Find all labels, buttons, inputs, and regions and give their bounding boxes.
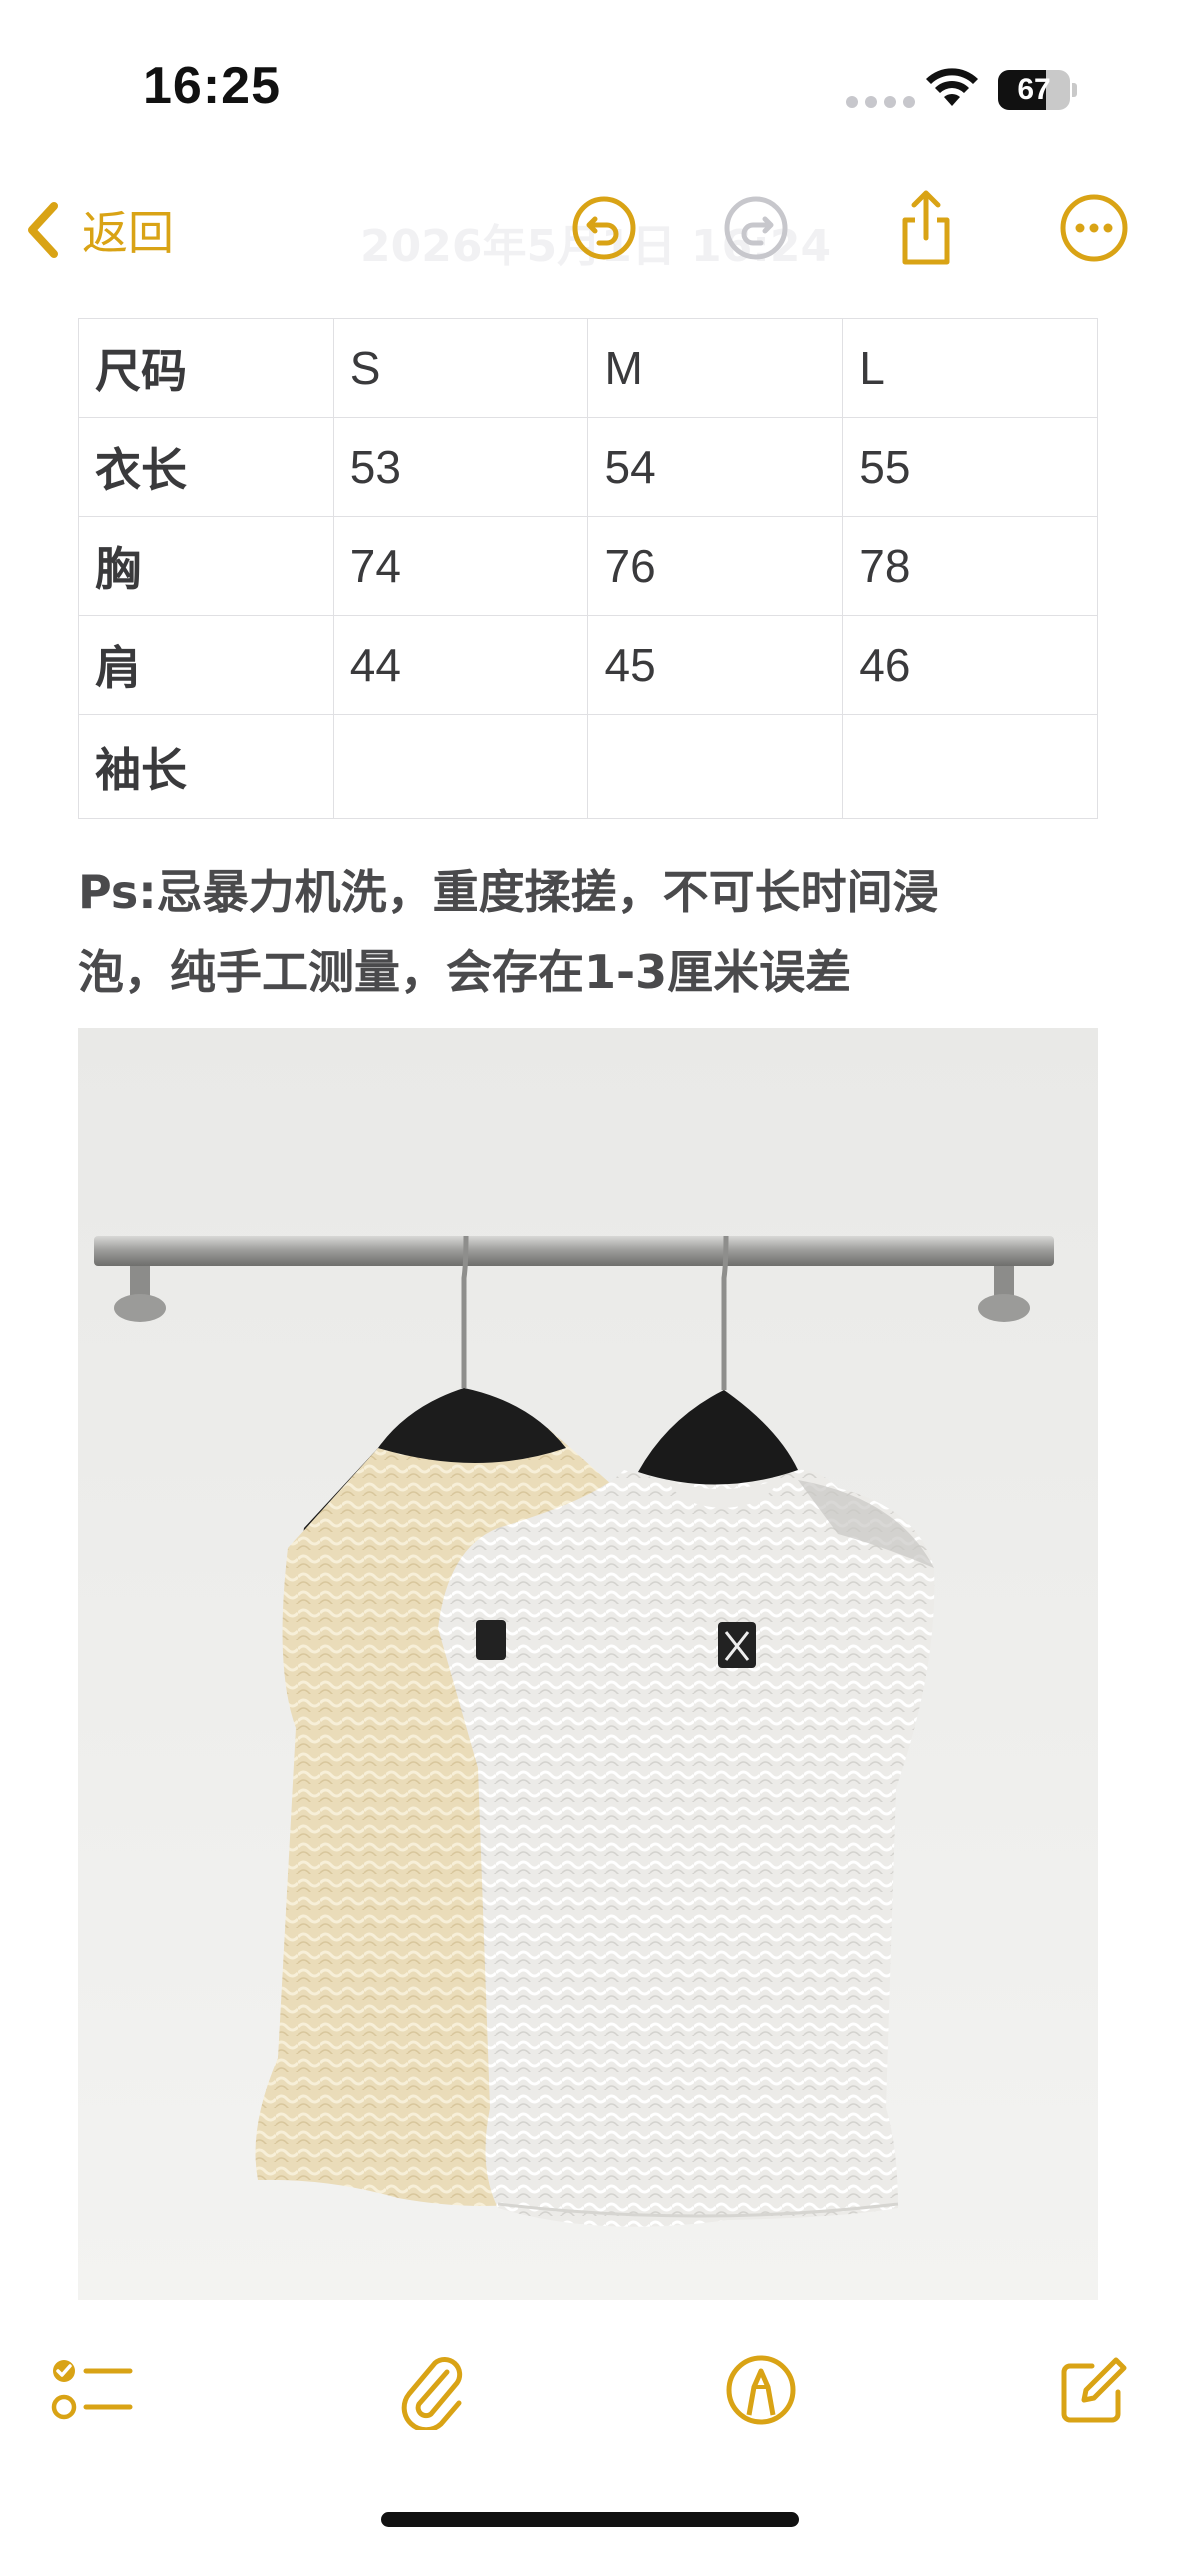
table-cell[interactable]: 45 (587, 615, 844, 715)
table-cell[interactable]: M (587, 318, 844, 418)
battery-level: 67 (1017, 73, 1051, 106)
back-button[interactable]: 返回 (24, 194, 174, 266)
markup-button[interactable] (711, 2340, 811, 2440)
chevron-left-icon (28, 202, 58, 258)
table-cell[interactable] (587, 714, 844, 819)
table-cell[interactable]: 尺码 (78, 318, 334, 418)
table-cell[interactable]: L (842, 318, 1098, 418)
home-indicator[interactable] (381, 2512, 799, 2527)
attachment-button[interactable] (382, 2340, 482, 2440)
compose-button[interactable] (1044, 2340, 1144, 2440)
wifi-icon (926, 68, 978, 106)
status-time: 16:25 (143, 57, 281, 115)
table-cell[interactable]: 袖长 (78, 714, 334, 819)
table-cell[interactable]: 76 (587, 516, 844, 616)
share-icon (902, 190, 950, 265)
checklist-icon (51, 2360, 133, 2420)
note-line: Ps:忌暴力机洗，重度揉搓，不可长时间浸 (78, 865, 939, 919)
back-label: 返回 (82, 206, 174, 260)
table-cell[interactable]: 55 (842, 417, 1098, 517)
table-cell[interactable]: 44 (332, 615, 589, 715)
table-cell[interactable] (332, 714, 589, 819)
checklist-button[interactable] (42, 2340, 142, 2440)
table-cell[interactable] (842, 714, 1098, 819)
table-cell[interactable]: 53 (332, 417, 589, 517)
status-bar: 16:25 67 (0, 0, 1179, 170)
cellular-signal-icon (846, 96, 915, 108)
compose-icon (1061, 2357, 1127, 2423)
battery-icon: 67 (998, 70, 1078, 110)
table-cell[interactable]: 46 (842, 615, 1098, 715)
share-button[interactable] (884, 186, 968, 270)
table-cell[interactable]: 54 (587, 417, 844, 517)
size-chart-table[interactable]: 尺码 S M L 衣长 53 54 55 胸 74 76 78 肩 44 45 … (78, 318, 1098, 819)
table-header-row: 尺码 S M L (78, 318, 1098, 418)
undo-button[interactable] (562, 186, 646, 270)
table-cell[interactable]: 衣长 (78, 417, 334, 517)
more-button[interactable] (1052, 186, 1136, 270)
table-row: 衣长 53 54 55 (78, 417, 1098, 517)
note-line: 泡，纯手工测量，会存在1-3厘米误差 (78, 945, 852, 999)
note-body-text[interactable]: Ps:忌暴力机洗，重度揉搓，不可长时间浸 泡，纯手工测量，会存在1-3厘米误差 (78, 852, 1108, 1012)
table-row: 袖长 (78, 714, 1098, 819)
undo-icon (572, 196, 636, 260)
table-row: 肩 44 45 46 (78, 615, 1098, 715)
table-cell[interactable]: 74 (332, 516, 589, 616)
redo-icon (724, 196, 788, 260)
more-icon (1060, 194, 1128, 262)
table-row: 胸 74 76 78 (78, 516, 1098, 616)
redo-button[interactable] (714, 186, 798, 270)
table-cell[interactable]: 78 (842, 516, 1098, 616)
sleeveless-knit-tops-image (78, 1028, 1098, 2300)
table-cell[interactable]: 肩 (78, 615, 334, 715)
paperclip-icon (401, 2357, 463, 2430)
markup-pen-icon (726, 2355, 796, 2425)
table-cell[interactable]: 胸 (78, 516, 334, 616)
product-photo[interactable] (78, 1028, 1098, 2300)
table-cell[interactable]: S (332, 318, 589, 418)
navigation-bar: 返回 2026年5月1日 16:24 (0, 170, 1179, 290)
